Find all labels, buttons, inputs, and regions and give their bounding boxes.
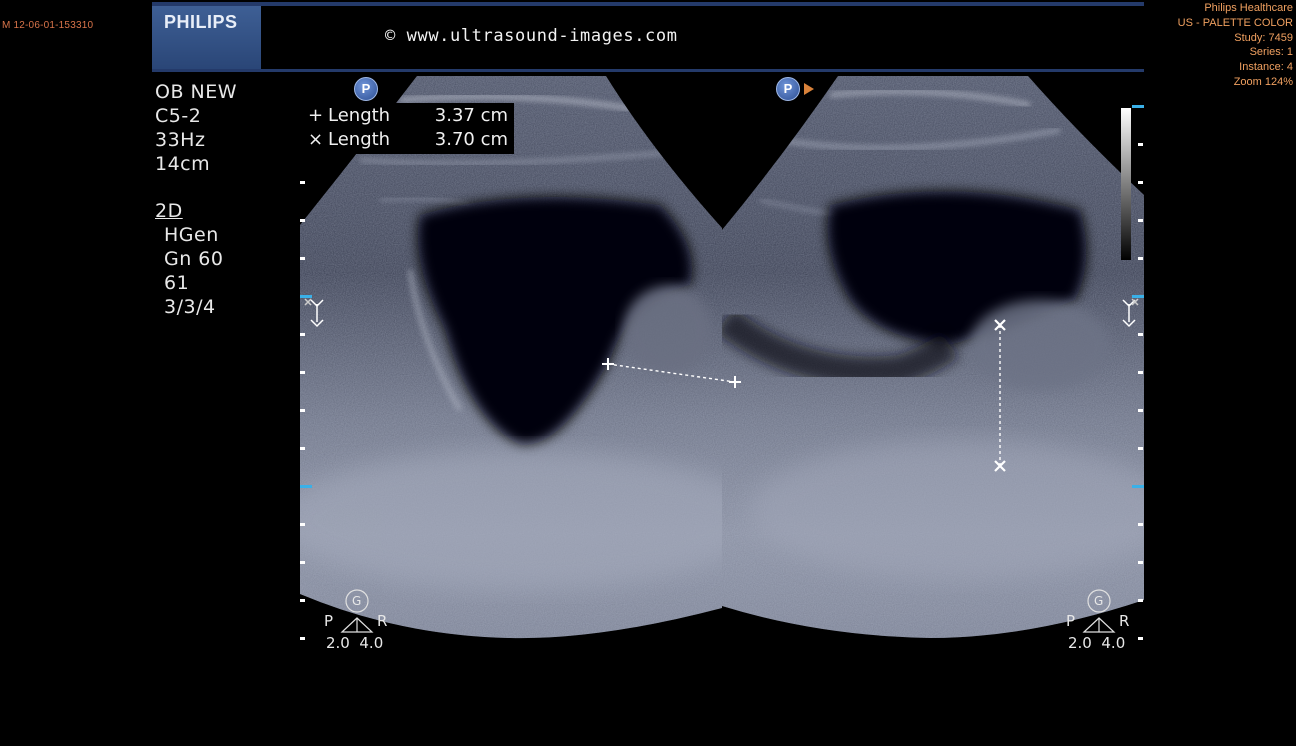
probe-r-label: R <box>1119 612 1130 630</box>
p-orientation-badge-right: P <box>776 77 800 101</box>
p-orientation-badge-left: P <box>354 77 378 101</box>
measurement-value: 3.70 cm <box>434 129 508 150</box>
gen-icon-label: G <box>1094 594 1104 608</box>
focus-values-label: 2.0 4.0 <box>326 634 384 652</box>
left-ultrasound-panel <box>300 76 722 639</box>
grayscale-bar <box>1121 108 1131 260</box>
probe-p-label: P <box>324 612 334 630</box>
gen-icon-label: G <box>352 594 362 608</box>
plus-caliper-icon: + <box>308 105 324 126</box>
measurement-label: Length <box>328 105 391 126</box>
probe-r-label: R <box>377 612 388 630</box>
measurement-row: + Length 3.37 cm <box>308 105 514 129</box>
measurement-value: 3.37 cm <box>434 105 508 126</box>
measurement-label: Length <box>328 129 391 150</box>
right-ultrasound-panel <box>722 76 1144 638</box>
orientation-arrow-icon <box>804 83 814 95</box>
measurement-row: × Length 3.70 cm <box>308 129 514 153</box>
measurement-results: + Length 3.37 cm × Length 3.70 cm <box>300 103 514 154</box>
focus-values-label: 2.0 4.0 <box>1068 634 1126 652</box>
cross-caliper-icon: × <box>308 129 324 150</box>
probe-p-label: P <box>1066 612 1076 630</box>
